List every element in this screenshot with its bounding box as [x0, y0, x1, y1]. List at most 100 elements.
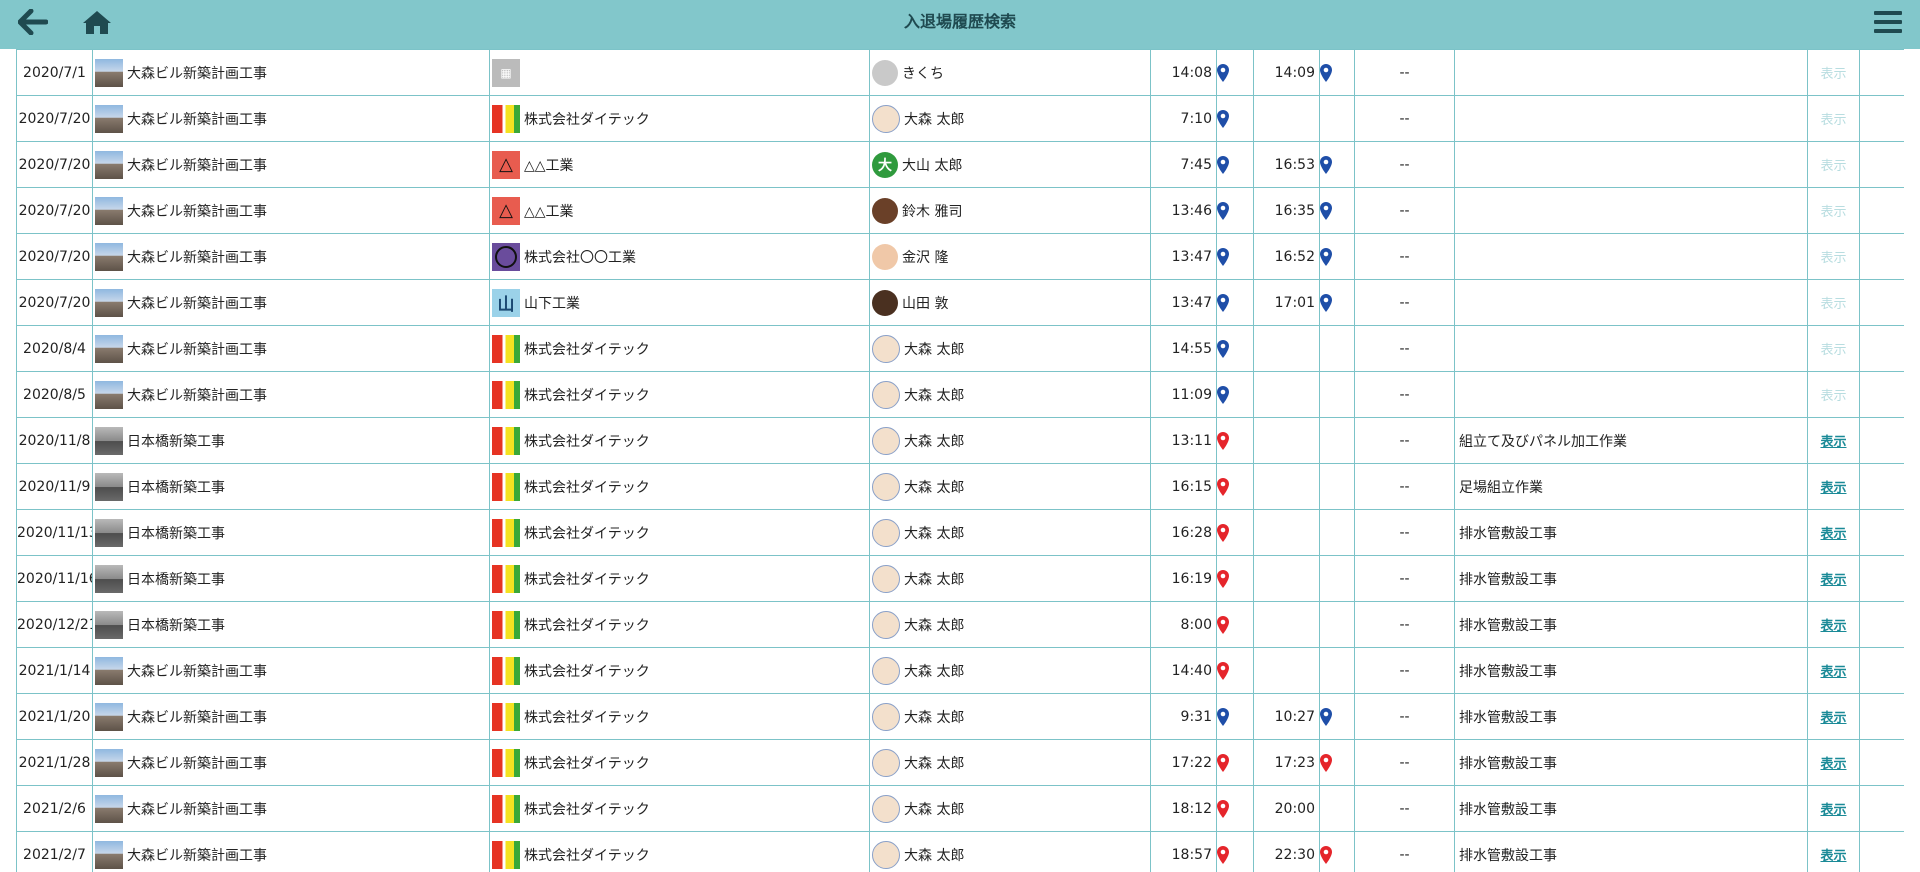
- entry-location-pin-icon[interactable]: [1216, 371, 1254, 418]
- show-link[interactable]: 表示: [1820, 527, 1846, 542]
- entry-location-pin-icon[interactable]: [1216, 509, 1254, 556]
- entry-location-pin-icon[interactable]: [1216, 693, 1254, 740]
- show-link[interactable]: 表示: [1820, 435, 1846, 450]
- company-name: 株式会社ダイテック: [524, 755, 650, 772]
- avatar: 大: [872, 151, 898, 178]
- worker-name: 大森 太郎: [904, 433, 965, 450]
- show-link[interactable]: 表示: [1820, 711, 1846, 726]
- avatar: [872, 702, 900, 731]
- detail-cell: 表示: [1807, 509, 1860, 556]
- exit-location-pin-icon[interactable]: [1319, 233, 1355, 280]
- detail-cell: 表示: [1807, 417, 1860, 464]
- company-name: 株式会社ダイテック: [524, 617, 650, 634]
- company-logo: [492, 840, 520, 869]
- history-table-container[interactable]: 2020/7/1 大森ビル新築計画工事 ▦ きくち 14:08 14:09 -- 表示 2020…: [16, 49, 1904, 872]
- worker-cell: きくち: [869, 49, 1151, 96]
- duration-cell: --: [1354, 601, 1455, 648]
- entry-location-pin-icon[interactable]: [1216, 279, 1254, 326]
- work-content-cell: [1454, 141, 1808, 188]
- show-link: 表示: [1820, 113, 1847, 128]
- work-content-cell: [1454, 371, 1808, 418]
- duration-cell: --: [1354, 509, 1455, 556]
- entry-location-pin-icon[interactable]: [1216, 785, 1254, 832]
- entry-location-pin-icon[interactable]: [1216, 417, 1254, 464]
- menu-button[interactable]: [1872, 6, 1904, 38]
- entry-location-pin-icon[interactable]: [1216, 463, 1254, 510]
- exit-location-pin-icon[interactable]: [1319, 693, 1355, 740]
- entry-time: 8:00: [1150, 601, 1217, 648]
- empty-cell: [1859, 739, 1904, 786]
- site-thumbnail: [95, 748, 123, 777]
- entry-location-pin-icon[interactable]: [1216, 233, 1254, 280]
- entry-location-pin-icon[interactable]: [1216, 49, 1254, 96]
- entry-location-pin-icon[interactable]: [1216, 831, 1254, 872]
- worker-cell: 大森 太郎: [869, 95, 1151, 142]
- entry-time: 16:19: [1150, 555, 1217, 602]
- site-name: 日本橋新築工事: [127, 479, 225, 496]
- site-cell: 日本橋新築工事: [92, 463, 490, 510]
- entry-location-pin-icon[interactable]: [1216, 601, 1254, 648]
- show-link[interactable]: 表示: [1820, 481, 1846, 496]
- company-logo: [492, 748, 520, 777]
- worker-cell: 大森 太郎: [869, 739, 1151, 786]
- site-thumbnail: [95, 288, 123, 317]
- table-row: 2021/2/7 大森ビル新築計画工事 株式会社ダイテック 大森 太郎 18:57 22:…: [16, 831, 1904, 872]
- entry-location-pin-icon[interactable]: [1216, 95, 1254, 142]
- company-cell: 株式会社ダイテック: [489, 463, 870, 510]
- site-cell: 大森ビル新築計画工事: [92, 325, 490, 372]
- site-name: 大森ビル新築計画工事: [127, 295, 267, 312]
- show-link[interactable]: 表示: [1820, 849, 1846, 864]
- duration-cell: --: [1354, 739, 1455, 786]
- avatar: [872, 243, 898, 270]
- company-cell: △ △△工業: [489, 141, 870, 188]
- show-link[interactable]: 表示: [1820, 619, 1846, 634]
- exit-location-pin-icon[interactable]: [1319, 49, 1355, 96]
- show-link[interactable]: 表示: [1820, 665, 1846, 680]
- exit-location-pin-icon: [1319, 785, 1355, 832]
- company-cell: 山山下工業: [489, 279, 870, 326]
- show-link[interactable]: 表示: [1820, 573, 1846, 588]
- worker-name: 大森 太郎: [904, 801, 965, 818]
- empty-cell: [1859, 279, 1904, 326]
- date-cell: 2020/11/13: [16, 509, 93, 556]
- entry-location-pin-icon[interactable]: [1216, 739, 1254, 786]
- entry-location-pin-icon[interactable]: [1216, 187, 1254, 234]
- entry-location-pin-icon[interactable]: [1216, 555, 1254, 602]
- exit-location-pin-icon[interactable]: [1319, 279, 1355, 326]
- site-thumbnail: [95, 380, 123, 409]
- exit-location-pin-icon[interactable]: [1319, 831, 1355, 872]
- empty-cell: [1859, 95, 1904, 142]
- company-cell: 株式会社ダイテック: [489, 785, 870, 832]
- company-name: 株式会社ダイテック: [524, 571, 650, 588]
- table-row: 2021/1/28 大森ビル新築計画工事 株式会社ダイテック 大森 太郎 17:22 17…: [16, 739, 1904, 786]
- site-thumbnail: [95, 518, 123, 547]
- exit-time: [1253, 325, 1320, 372]
- avatar: [872, 197, 898, 224]
- date-cell: 2020/12/21: [16, 601, 93, 648]
- empty-cell: [1859, 233, 1904, 280]
- entry-location-pin-icon[interactable]: [1216, 647, 1254, 694]
- detail-cell: 表示: [1807, 601, 1860, 648]
- worker-cell: 大森 太郎: [869, 325, 1151, 372]
- exit-location-pin-icon[interactable]: [1319, 187, 1355, 234]
- detail-cell: 表示: [1807, 739, 1860, 786]
- entry-time: 11:09: [1150, 371, 1217, 418]
- show-link[interactable]: 表示: [1820, 803, 1846, 818]
- worker-cell: 大森 太郎: [869, 463, 1151, 510]
- date-cell: 2020/7/20: [16, 187, 93, 234]
- worker-name: 大森 太郎: [904, 663, 965, 680]
- company-name: △△工業: [524, 203, 574, 220]
- entry-location-pin-icon[interactable]: [1216, 325, 1254, 372]
- duration-cell: --: [1354, 141, 1455, 188]
- entry-location-pin-icon[interactable]: [1216, 141, 1254, 188]
- exit-location-pin-icon[interactable]: [1319, 739, 1355, 786]
- show-link[interactable]: 表示: [1820, 757, 1846, 772]
- table-row: 2021/1/14 大森ビル新築計画工事 株式会社ダイテック 大森 太郎 14:40 --…: [16, 647, 1904, 694]
- entry-time: 13:11: [1150, 417, 1217, 464]
- show-link: 表示: [1820, 67, 1847, 82]
- table-row: 2020/7/20 大森ビル新築計画工事 △ △△工業 鈴木 雅司 13:46 16:35-…: [16, 187, 1904, 234]
- site-name: 大森ビル新築計画工事: [127, 341, 267, 358]
- date-cell: 2020/11/9: [16, 463, 93, 510]
- exit-location-pin-icon[interactable]: [1319, 141, 1355, 188]
- company-cell: 株式会社〇〇工業: [489, 233, 870, 280]
